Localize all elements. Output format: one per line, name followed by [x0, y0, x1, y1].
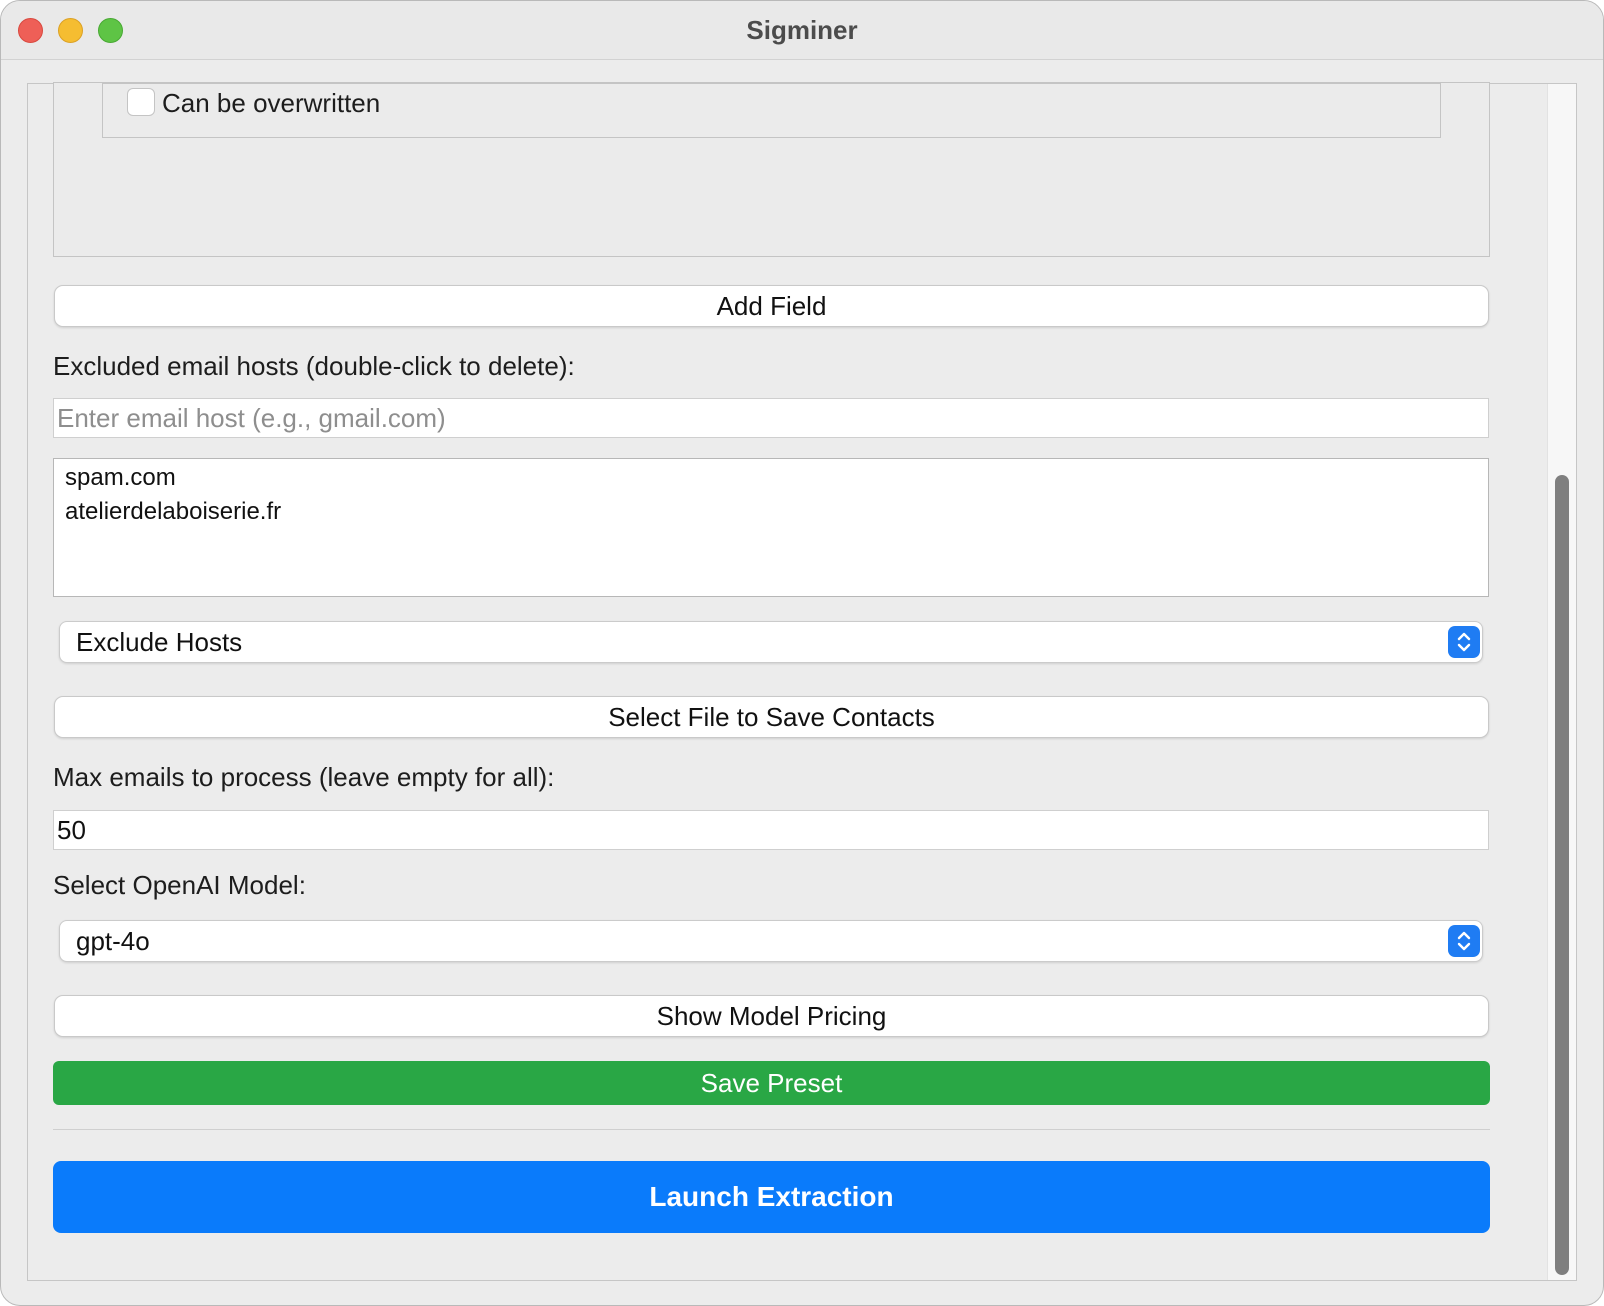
- show-pricing-button[interactable]: Show Model Pricing: [54, 995, 1489, 1037]
- overwrite-checkbox[interactable]: [127, 88, 155, 116]
- select-chevrons-icon: [1448, 925, 1480, 957]
- select-file-button[interactable]: Select File to Save Contacts: [54, 696, 1489, 738]
- host-mode-select[interactable]: Exclude Hosts: [59, 621, 1483, 663]
- settings-scroll-area: Can be overwritten Add Field Excluded em…: [27, 82, 1577, 1281]
- fields-group: Can be overwritten: [53, 82, 1490, 257]
- save-preset-button[interactable]: Save Preset: [53, 1061, 1490, 1105]
- title-bar: Sigminer: [1, 1, 1603, 60]
- model-select[interactable]: gpt-4o: [59, 920, 1483, 962]
- vertical-scrollbar[interactable]: [1547, 84, 1576, 1280]
- model-selected: gpt-4o: [76, 926, 150, 956]
- excluded-hosts-list[interactable]: spam.com atelierdelaboiserie.fr: [53, 458, 1489, 597]
- app-window: Sigminer Can be overwritten Add Field Ex…: [0, 0, 1604, 1306]
- model-label: Select OpenAI Model:: [53, 870, 306, 900]
- email-host-input[interactable]: Enter email host (e.g., gmail.com): [53, 398, 1489, 438]
- excluded-hosts-label: Excluded email hosts (double-click to de…: [53, 351, 575, 381]
- field-row-group: Can be overwritten: [102, 83, 1441, 138]
- max-emails-input[interactable]: 50: [53, 810, 1489, 850]
- section-divider: [53, 1129, 1490, 1130]
- add-field-button[interactable]: Add Field: [54, 285, 1489, 327]
- scrollbar-thumb[interactable]: [1555, 475, 1569, 1275]
- window-title: Sigminer: [746, 15, 858, 45]
- select-chevrons-icon: [1448, 626, 1480, 658]
- overwrite-checkbox-label: Can be overwritten: [162, 88, 381, 118]
- host-mode-selected: Exclude Hosts: [76, 627, 243, 657]
- list-item[interactable]: atelierdelaboiserie.fr: [65, 498, 281, 526]
- launch-extraction-button[interactable]: Launch Extraction: [53, 1161, 1490, 1233]
- max-emails-label: Max emails to process (leave empty for a…: [53, 762, 555, 792]
- list-item[interactable]: spam.com: [65, 464, 176, 492]
